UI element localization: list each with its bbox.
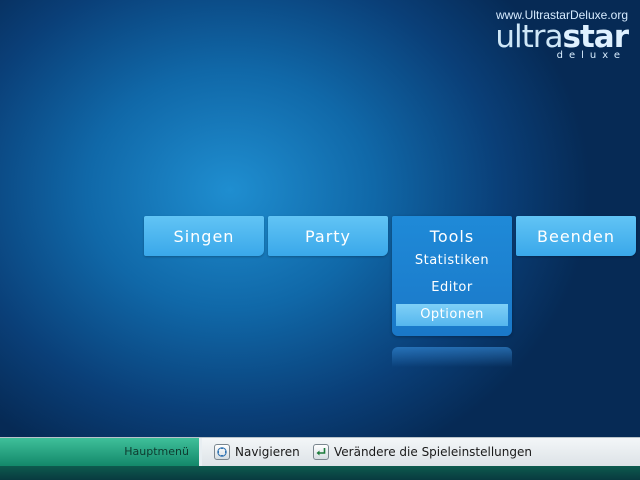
menu-button-beenden[interactable]: Beenden (516, 216, 636, 256)
screen-title: Hauptmenü (0, 438, 202, 466)
hint-change-label: Verändere die Spieleinstellungen (334, 445, 532, 459)
tools-panel-reflection (392, 347, 512, 367)
enter-icon (313, 444, 329, 460)
menu-button-party[interactable]: Party (268, 216, 388, 256)
submenu-item-optionen-selected[interactable]: Optionen (396, 304, 508, 326)
brand-header: www.UltrastarDeluxe.org ultrastar deluxe (495, 8, 629, 61)
footer-strip (0, 466, 640, 480)
menu-button-tools-expanded[interactable]: Tools Statistiken Editor Optionen (392, 216, 512, 336)
logo-part-ultra: ultra (495, 19, 563, 55)
hint-navigate: Navigieren (214, 442, 300, 462)
status-bar: Hauptmenü Navigieren Verändere die Spiel… (0, 437, 640, 466)
submenu-item-statistiken[interactable]: Statistiken (392, 253, 512, 268)
submenu-item-editor[interactable]: Editor (392, 280, 512, 295)
hint-navigate-label: Navigieren (235, 445, 300, 459)
menu-button-singen[interactable]: Singen (144, 216, 264, 256)
menu-button-tools-label: Tools (429, 227, 475, 246)
hint-change-settings: Verändere die Spieleinstellungen (313, 442, 532, 462)
dpad-icon (214, 444, 230, 460)
ultrastar-logo: ultrastar (495, 19, 629, 55)
